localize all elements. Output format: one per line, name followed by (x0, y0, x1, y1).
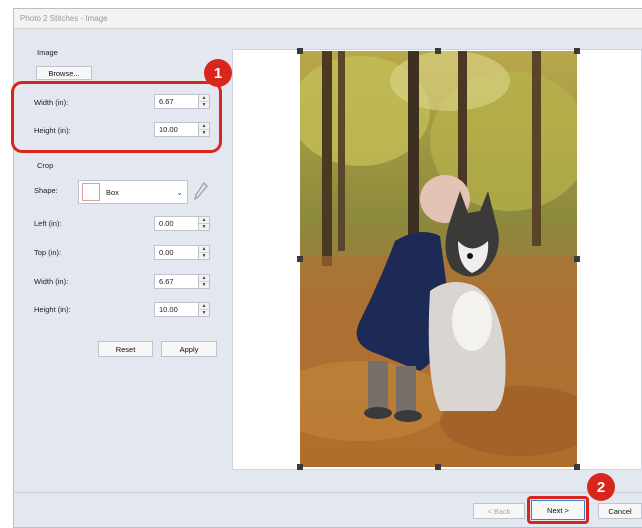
photo-image (300, 51, 577, 467)
shape-swatch (82, 183, 100, 201)
spin-down-icon[interactable]: ▼ (199, 281, 209, 288)
crop-section-label: Crop (37, 161, 54, 170)
crop-handle-bottom-left[interactable] (297, 464, 303, 470)
shape-value: Box (106, 187, 119, 197)
crop-left-label: Left (in): (34, 219, 62, 228)
crop-handle-right[interactable] (574, 256, 580, 262)
chevron-down-icon[interactable]: ⌄ (176, 188, 183, 197)
photo-preview[interactable] (300, 51, 577, 467)
image-section-label: Image (37, 48, 58, 57)
crop-height-label: Height (in): (34, 305, 71, 314)
reset-button[interactable]: Reset (98, 341, 153, 357)
spin-down-icon[interactable]: ▼ (199, 309, 209, 316)
crop-handle-top-left[interactable] (297, 48, 303, 54)
crop-width-label: Width (in): (34, 277, 69, 286)
crop-width-stepper[interactable]: 6.67 ▲ ▼ (154, 274, 210, 289)
crop-handle-bottom[interactable] (435, 464, 441, 470)
back-button[interactable]: < Back (473, 503, 525, 519)
crop-height-stepper[interactable]: 10.00 ▲ ▼ (154, 302, 210, 317)
crop-width-value[interactable]: 6.67 (155, 275, 198, 288)
crop-handle-top-right[interactable] (574, 48, 580, 54)
shape-select[interactable]: Box ⌄ (78, 180, 188, 204)
crop-height-value[interactable]: 10.00 (155, 303, 198, 316)
crop-top-stepper[interactable]: 0.00 ▲ ▼ (154, 245, 210, 260)
footer-divider (13, 492, 642, 493)
title-bar: Photo 2 Stitches - Image (14, 9, 642, 29)
pencil-icon[interactable] (194, 182, 208, 200)
browse-button[interactable]: Browse... (36, 66, 92, 80)
shape-label: Shape: (34, 186, 58, 195)
crop-left-stepper[interactable]: 0.00 ▲ ▼ (154, 216, 210, 231)
spin-down-icon[interactable]: ▼ (199, 252, 209, 259)
annotation-badge-1: 1 (204, 59, 232, 87)
annotation-badge-2: 2 (587, 473, 615, 501)
crop-top-value[interactable]: 0.00 (155, 246, 198, 259)
annotation-highlight-image-size (11, 81, 222, 153)
crop-handle-bottom-right[interactable] (574, 464, 580, 470)
crop-left-value[interactable]: 0.00 (155, 217, 198, 230)
spin-down-icon[interactable]: ▼ (199, 223, 209, 230)
cancel-button[interactable]: Cancel (598, 503, 642, 519)
crop-top-label: Top (in): (34, 248, 62, 257)
window-title: Photo 2 Stitches - Image (20, 14, 108, 23)
crop-handle-left[interactable] (297, 256, 303, 262)
apply-button[interactable]: Apply (161, 341, 217, 357)
crop-handle-top[interactable] (435, 48, 441, 54)
annotation-highlight-next (527, 496, 589, 524)
